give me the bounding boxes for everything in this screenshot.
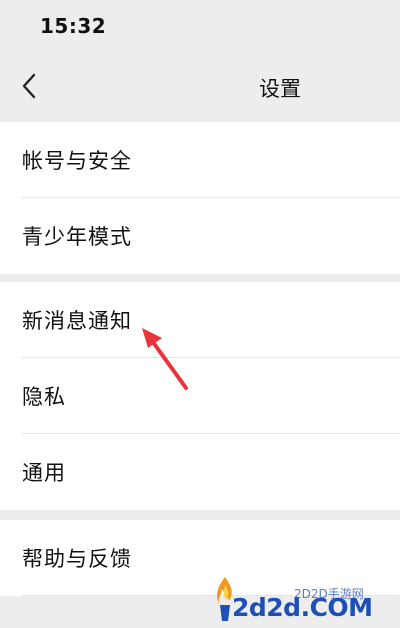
settings-item-privacy[interactable]: 隐私 (0, 358, 400, 434)
settings-item-label: 帮助与反馈 (22, 547, 132, 571)
red-arrow-icon (130, 318, 200, 398)
settings-group-account: 帐号与安全 青少年模式 (0, 122, 400, 274)
watermark-site: 2d2d.COM (232, 593, 373, 622)
status-bar: 15:32 (0, 0, 400, 50)
status-time: 15:32 (40, 14, 107, 38)
settings-item-label: 隐私 (22, 385, 66, 409)
settings-item-label: 通用 (22, 461, 66, 485)
settings-item-new-message-notification[interactable]: 新消息通知 (0, 282, 400, 358)
page-title: 设置 (259, 77, 301, 101)
chevron-left-icon[interactable] (18, 72, 44, 100)
settings-group-general: 新消息通知 隐私 通用 (0, 282, 400, 510)
nav-bar: 设置 (0, 50, 400, 122)
settings-item-label: 青少年模式 (22, 225, 132, 249)
settings-item-account-security[interactable]: 帐号与安全 (0, 122, 400, 198)
watermark: 2D2D手游网 2d2d.COM (206, 575, 396, 625)
settings-item-general[interactable]: 通用 (0, 434, 400, 510)
settings-item-label: 帐号与安全 (22, 149, 132, 173)
settings-item-label: 新消息通知 (22, 309, 132, 333)
settings-item-youth-mode[interactable]: 青少年模式 (0, 198, 400, 274)
